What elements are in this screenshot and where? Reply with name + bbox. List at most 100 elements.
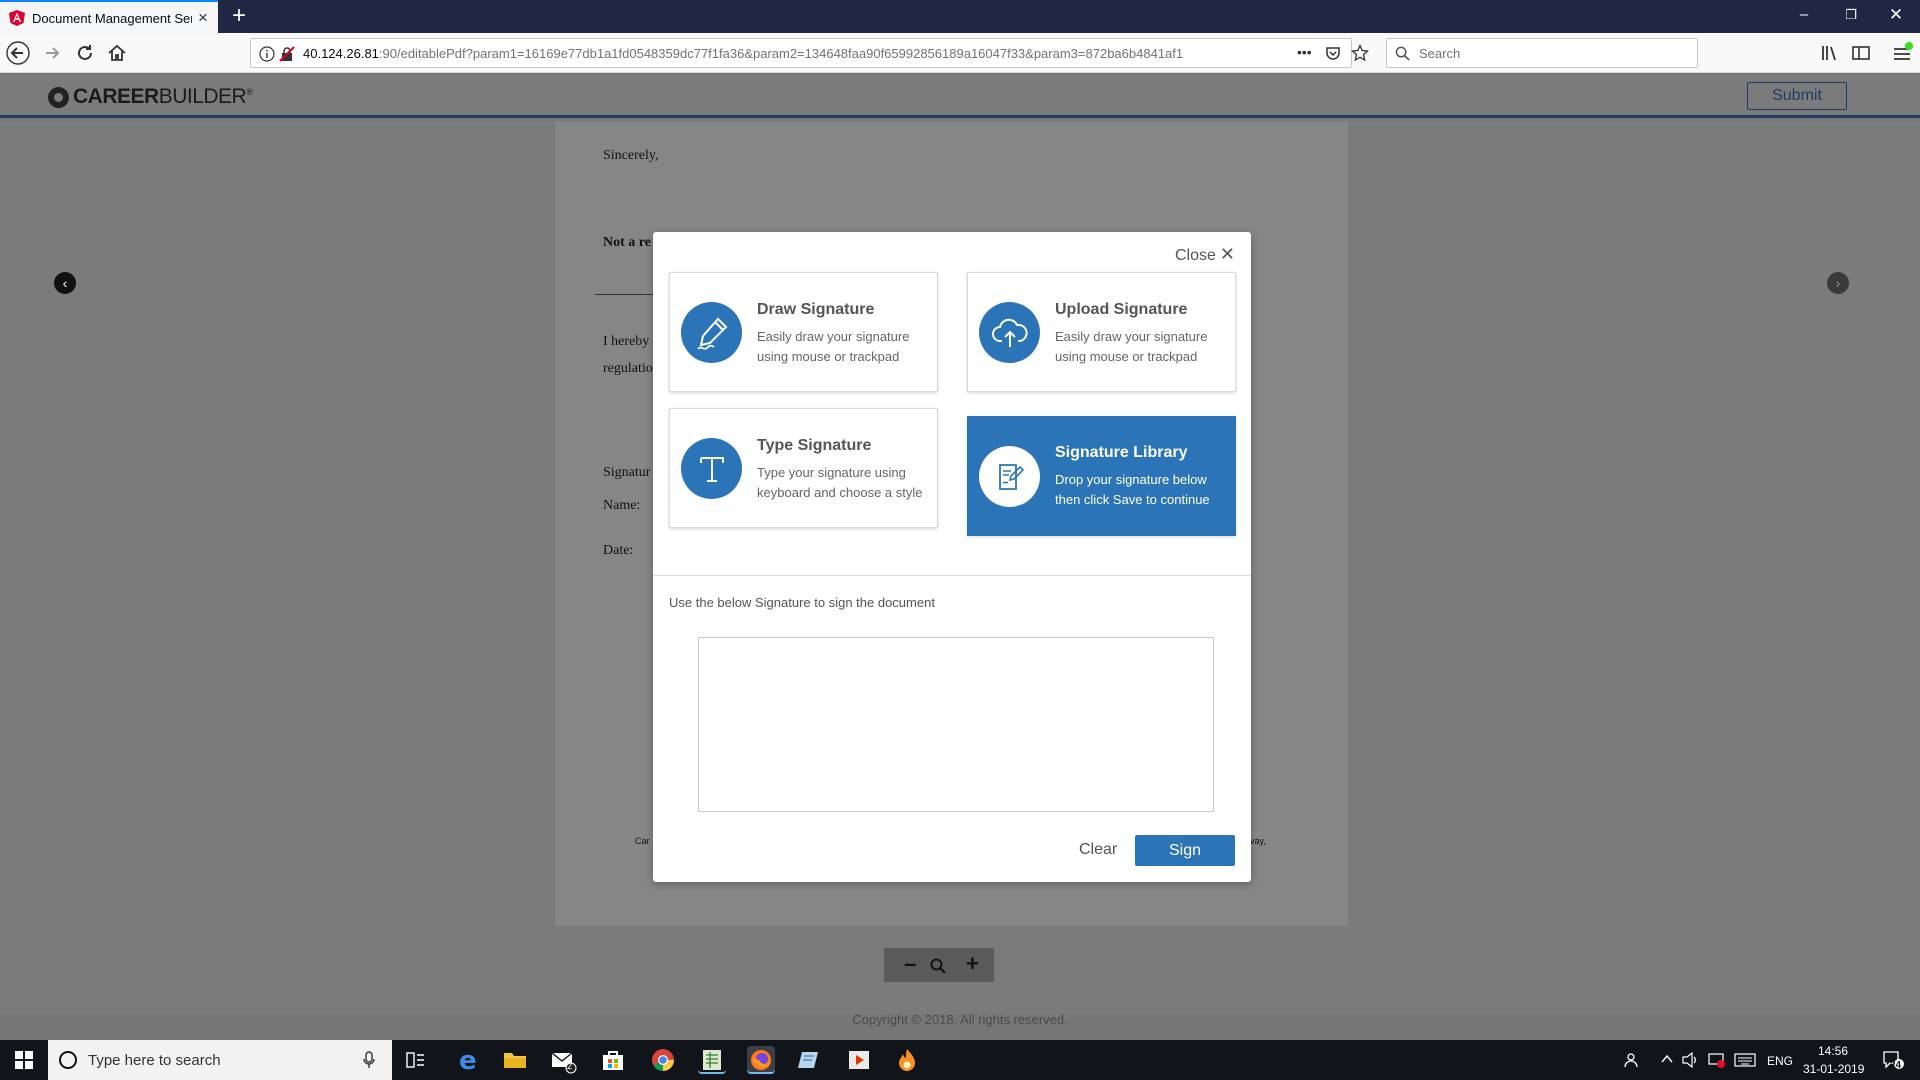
signature-library-option[interactable]: Signature Library Drop your signature be… <box>967 416 1236 536</box>
pencil-icon <box>696 317 727 350</box>
doc-footnote-right: vay, <box>1250 836 1266 846</box>
notes-app-icon[interactable] <box>795 1046 823 1074</box>
minimize-icon[interactable]: – <box>1794 7 1814 23</box>
svg-text:e: e <box>459 1046 477 1074</box>
previous-page-arrow-icon[interactable]: ‹ <box>54 272 76 294</box>
restore-icon[interactable]: ❐ <box>1841 7 1861 23</box>
cortana-circle-icon <box>59 1051 77 1069</box>
start-button[interactable] <box>0 1040 48 1080</box>
cloud-upload-icon <box>991 318 1028 347</box>
clear-button[interactable]: Clear <box>1079 841 1117 859</box>
next-page-arrow-icon[interactable]: › <box>1827 272 1849 294</box>
spreadsheet-app-icon[interactable] <box>698 1046 726 1074</box>
upload-signature-option[interactable]: Upload Signature Easily draw your signat… <box>967 272 1236 392</box>
media-player-icon[interactable] <box>845 1046 873 1074</box>
microphone-icon[interactable] <box>363 1051 375 1069</box>
clock-date[interactable]: 31-01-2019 <box>1803 1062 1864 1076</box>
windows-taskbar: Type here to search e 2 ENG 14:56 31-01-… <box>0 1040 1920 1080</box>
new-tab-icon[interactable]: + <box>232 4 246 28</box>
pocket-icon[interactable] <box>1325 45 1341 61</box>
type-signature-option[interactable]: Type Signature Type your signature using… <box>669 408 938 528</box>
language-indicator[interactable]: ENG <box>1767 1054 1793 1068</box>
upload-signature-desc: Easily draw your signature using mouse o… <box>1055 329 1208 364</box>
doc-footnote-left: Car <box>635 836 650 846</box>
home-icon[interactable] <box>105 41 129 65</box>
zoom-in-icon[interactable]: + <box>966 952 979 976</box>
signature-library-desc: Drop your signature below then click Sav… <box>1055 472 1210 507</box>
store-icon[interactable] <box>599 1046 627 1074</box>
doc-text-regulation: regulatio <box>603 361 653 376</box>
copyright-text: Copyright © 2018. All rights reserved. <box>852 1012 1068 1027</box>
taskbar-search-box[interactable]: Type here to search <box>48 1040 392 1080</box>
forward-icon[interactable] <box>40 41 64 65</box>
firefox-icon[interactable] <box>747 1046 775 1074</box>
doc-text-date: Date: <box>603 543 634 558</box>
chevron-up-icon[interactable] <box>1661 1054 1673 1064</box>
close-icon: ✕ <box>1219 244 1235 264</box>
signature-document-icon <box>998 463 1024 490</box>
logo-text-light: BUILDER <box>158 85 247 108</box>
signature-drop-area[interactable] <box>698 637 1214 812</box>
app-header: CAREERBUILDER® Submit <box>0 74 1920 118</box>
doc-text-signature: Signatur <box>603 465 651 480</box>
angular-favicon-icon <box>9 10 25 26</box>
volume-icon[interactable] <box>1681 1052 1699 1068</box>
library-icon[interactable] <box>1818 41 1842 65</box>
type-signature-badge <box>681 438 742 499</box>
browser-search-box[interactable]: Search <box>1386 38 1698 68</box>
signature-library-title: Signature Library <box>1055 444 1188 461</box>
window-close-icon[interactable]: ✕ <box>1886 6 1906 23</box>
browser-tab-bar: Document Management Servic × + – ❐ ✕ <box>0 0 1920 34</box>
logo-wordmark: CAREERBUILDER® <box>73 85 253 109</box>
browser-search-placeholder: Search <box>1419 46 1461 61</box>
mail-badge-count: 2 <box>567 1061 573 1071</box>
keyboard-icon[interactable] <box>1734 1052 1756 1068</box>
text-t-icon <box>699 456 724 482</box>
submit-button[interactable]: Submit <box>1747 82 1847 110</box>
upload-signature-badge <box>979 302 1040 363</box>
chrome-icon[interactable] <box>649 1046 677 1074</box>
address-bar[interactable]: 40.124.26.81:90/editablePdf?param1=16169… <box>250 38 1369 68</box>
people-icon[interactable] <box>1623 1052 1639 1068</box>
taskbar-search-placeholder: Type here to search <box>88 1052 221 1069</box>
tab-title: Document Management Servic <box>32 11 192 26</box>
task-view-icon[interactable] <box>406 1051 426 1069</box>
network-icon[interactable] <box>1707 1052 1725 1068</box>
type-signature-desc: Type your signature using keyboard and c… <box>757 465 923 500</box>
info-icon[interactable] <box>259 46 275 62</box>
browser-tab[interactable]: Document Management Servic × <box>0 0 218 34</box>
careerbuilder-logo[interactable]: CAREERBUILDER® <box>48 85 253 109</box>
reload-icon[interactable] <box>73 41 97 65</box>
mail-icon[interactable]: 2 <box>549 1046 577 1074</box>
signature-instruction: Use the below Signature to sign the docu… <box>669 595 935 610</box>
draw-signature-option[interactable]: Draw Signature Easily draw your signatur… <box>669 272 938 392</box>
type-signature-title: Type Signature <box>757 437 872 454</box>
flame-app-icon[interactable] <box>893 1046 921 1074</box>
zoom-out-icon[interactable]: – <box>904 952 916 976</box>
draw-signature-desc: Easily draw your signature using mouse o… <box>757 329 910 364</box>
modal-close-label: Close <box>1175 247 1216 264</box>
windows-logo-icon <box>15 1051 33 1069</box>
hamburger-menu-icon[interactable] <box>1890 41 1914 65</box>
edge-icon[interactable]: e <box>454 1046 482 1076</box>
notification-count-badge: 24 <box>1890 1060 1902 1071</box>
page-actions-menu-icon[interactable]: ••• <box>1297 44 1312 60</box>
zoom-search-icon[interactable] <box>930 958 946 974</box>
back-icon[interactable] <box>6 41 30 65</box>
doc-text-name: Name: <box>603 498 641 513</box>
logo-registered-mark: ® <box>246 87 253 97</box>
search-icon <box>1395 46 1410 61</box>
modal-close-button[interactable]: Close ✕ <box>1175 244 1235 265</box>
clock-time[interactable]: 14:56 <box>1818 1044 1848 1058</box>
file-explorer-icon[interactable] <box>501 1046 529 1074</box>
insecure-lock-icon[interactable] <box>279 46 295 62</box>
signature-library-badge <box>979 446 1040 507</box>
url-text[interactable]: 40.124.26.81:90/editablePdf?param1=16169… <box>303 46 1303 61</box>
bookmark-star-icon[interactable] <box>1351 44 1369 62</box>
sidebar-icon[interactable] <box>1849 41 1873 65</box>
sign-button[interactable]: Sign <box>1135 835 1235 866</box>
tab-close-icon[interactable]: × <box>198 9 208 26</box>
doc-text-sincerely: Sincerely, <box>603 148 659 163</box>
zoom-toolbar: – + <box>884 948 994 982</box>
doc-text-heading: Not a re <box>603 235 651 250</box>
